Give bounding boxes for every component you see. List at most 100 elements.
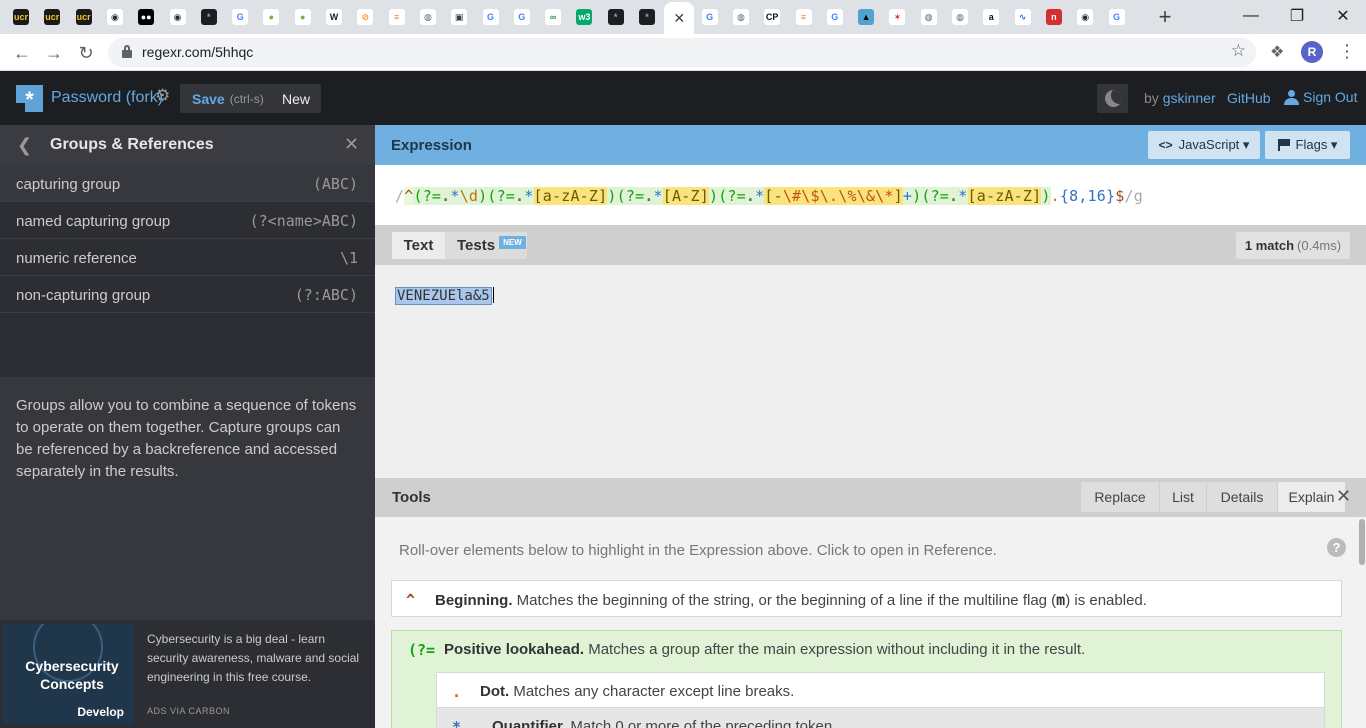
tools-explain-button[interactable]: Explain	[1278, 482, 1345, 512]
regex-token[interactable]: [	[662, 187, 673, 205]
browser-tab[interactable]: ◍	[915, 5, 943, 29]
regex-token[interactable]: \&	[856, 187, 876, 205]
ad-image[interactable]: Cybersecurity Concepts Develop	[3, 624, 134, 724]
regex-token[interactable]: *	[524, 187, 534, 205]
sign-out-link[interactable]: Sign Out	[1284, 89, 1357, 105]
browser-tab[interactable]: G	[226, 5, 254, 29]
match-count-badge[interactable]: 1 match (0.4ms)	[1236, 232, 1350, 259]
window-close-icon[interactable]: ✕	[1320, 0, 1366, 32]
regex-token[interactable]: \%	[838, 187, 857, 205]
test-string-match[interactable]: VENEZUEla&5	[395, 287, 492, 305]
browser-tab[interactable]: *	[602, 5, 630, 29]
regex-token[interactable]: .	[644, 187, 654, 205]
explain-item-beginning[interactable]: ^ Beginning. Matches the beginning of th…	[391, 580, 1342, 617]
save-button[interactable]: Save (ctrl-s)	[180, 84, 276, 113]
tools-replace-button[interactable]: Replace	[1081, 482, 1159, 512]
browser-tab[interactable]: ⊘	[351, 5, 379, 29]
regex-token[interactable]: -	[773, 187, 783, 205]
theme-toggle-button[interactable]	[1097, 84, 1128, 113]
regex-token[interactable]: \d	[459, 187, 479, 205]
browser-tab[interactable]: ≡	[383, 5, 411, 29]
browser-tab[interactable]: ●	[257, 5, 285, 29]
regex-token[interactable]: a-zA-Z	[976, 187, 1033, 205]
document-title[interactable]: Password (fork)	[51, 89, 163, 107]
regex-token[interactable]: )	[708, 187, 719, 205]
browser-tab[interactable]: a	[977, 5, 1005, 29]
tools-scrollbar[interactable]	[1358, 517, 1366, 728]
regex-token[interactable]: )	[912, 187, 922, 205]
browser-tab[interactable]: ◍	[727, 5, 755, 29]
regex-token[interactable]: [	[533, 187, 543, 205]
regex-token[interactable]: ]	[598, 187, 608, 205]
regex-token[interactable]: (?=	[487, 187, 516, 205]
regex-token[interactable]: +	[902, 187, 913, 205]
maximize-icon[interactable]: ❐	[1274, 0, 1320, 32]
browser-tab[interactable]: ✕	[664, 2, 695, 34]
regex-token[interactable]: *	[958, 187, 968, 205]
regex-token[interactable]: (?=	[616, 187, 645, 205]
browser-tab[interactable]: ◍	[946, 5, 974, 29]
browser-tab[interactable]: G	[821, 5, 849, 29]
gear-icon[interactable]: ⚙	[155, 86, 170, 106]
browser-tab[interactable]: ▣	[445, 5, 473, 29]
carbon-ad[interactable]: Cybersecurity Concepts Develop Cybersecu…	[0, 620, 375, 728]
browser-tab[interactable]: CP	[758, 5, 786, 29]
browser-tab[interactable]: ◉	[1071, 5, 1099, 29]
regex-token[interactable]: A-Z	[672, 187, 700, 205]
regex-token[interactable]: [	[967, 187, 977, 205]
regex-token[interactable]: a-zA-Z	[542, 187, 599, 205]
author-link[interactable]: gskinner	[1163, 90, 1216, 106]
regex-token[interactable]: )	[478, 187, 488, 205]
ads-via-carbon-link[interactable]: ADS VIA CARBON	[147, 706, 230, 716]
github-link[interactable]: GitHub	[1227, 90, 1271, 106]
browser-tab[interactable]: *	[195, 5, 223, 29]
regex-token[interactable]: {8,16}	[1060, 187, 1115, 205]
regexr-logo-icon[interactable]: *	[16, 85, 43, 112]
regex-token[interactable]: ]	[893, 187, 903, 205]
regex-token[interactable]: /	[395, 187, 404, 205]
sidebar-item-numeric-reference[interactable]: numeric reference \1	[0, 239, 375, 276]
regex-token[interactable]: \*	[875, 187, 894, 205]
url-text[interactable]: regexr.com/5hhqc	[142, 44, 253, 60]
regex-token[interactable]: )	[1041, 187, 1051, 205]
regex-expression[interactable]: /^(?=.*\d)(?=.*[a-zA-Z])(?=.*[A-Z])(?=.*…	[395, 187, 1143, 205]
browser-menu-icon[interactable]: ⋮	[1338, 41, 1356, 61]
expression-editor[interactable]: /^(?=.*\d)(?=.*[a-zA-Z])(?=.*[A-Z])(?=.*…	[375, 165, 1366, 225]
reload-icon[interactable]: ↻	[73, 40, 99, 66]
explain-item-dot[interactable]: . Dot. Matches any character except line…	[436, 672, 1325, 708]
back-chevron-icon[interactable]: ❮	[17, 135, 32, 156]
sidebar-close-icon[interactable]: ✕	[344, 134, 359, 155]
regex-token[interactable]: \$	[801, 187, 820, 205]
new-tab-button[interactable]: +	[1154, 4, 1176, 29]
regex-token[interactable]: .	[745, 187, 756, 205]
browser-tab[interactable]: ●	[289, 5, 317, 29]
explain-item-positive-lookahead[interactable]: (?= Positive lookahead. Matches a group …	[391, 630, 1342, 728]
sidebar-item-capturing-group[interactable]: capturing group (ABC)	[0, 165, 375, 202]
help-icon[interactable]: ?	[1327, 538, 1346, 557]
browser-tab[interactable]: ▲	[852, 5, 880, 29]
browser-tab[interactable]: ucr	[7, 5, 35, 29]
regex-token[interactable]: *	[755, 187, 765, 205]
browser-tab[interactable]: G	[508, 5, 536, 29]
browser-tab[interactable]: ucr	[70, 5, 98, 29]
minimize-icon[interactable]: —	[1228, 0, 1274, 32]
forward-icon[interactable]: →	[41, 40, 67, 66]
new-button[interactable]: New	[271, 84, 322, 113]
back-icon[interactable]: ←	[9, 40, 35, 66]
regex-token[interactable]: *	[653, 187, 663, 205]
sidebar-item-named-capturing-group[interactable]: named capturing group (?<name>ABC)	[0, 202, 375, 239]
sidebar-item-non-capturing-group[interactable]: non-capturing group (?:ABC)	[0, 276, 375, 313]
extensions-puzzle-icon[interactable]: ❖	[1270, 42, 1284, 62]
tools-list-button[interactable]: List	[1160, 482, 1206, 512]
flavor-dropdown[interactable]: <> JavaScript ▾	[1148, 131, 1260, 159]
browser-tab[interactable]: w3	[570, 5, 598, 29]
regex-token[interactable]: /g	[1124, 187, 1142, 205]
browser-tab[interactable]: W	[320, 5, 348, 29]
flags-dropdown[interactable]: Flags ▾	[1265, 131, 1350, 159]
bookmark-star-icon[interactable]: ☆	[1231, 41, 1246, 61]
regex-token[interactable]: \#	[782, 187, 802, 205]
regex-token[interactable]: .	[515, 187, 525, 205]
address-bar[interactable]: regexr.com/5hhqc ☆	[108, 38, 1256, 67]
browser-tab[interactable]: ∞	[539, 5, 567, 29]
browser-tab[interactable]: *	[633, 5, 661, 29]
